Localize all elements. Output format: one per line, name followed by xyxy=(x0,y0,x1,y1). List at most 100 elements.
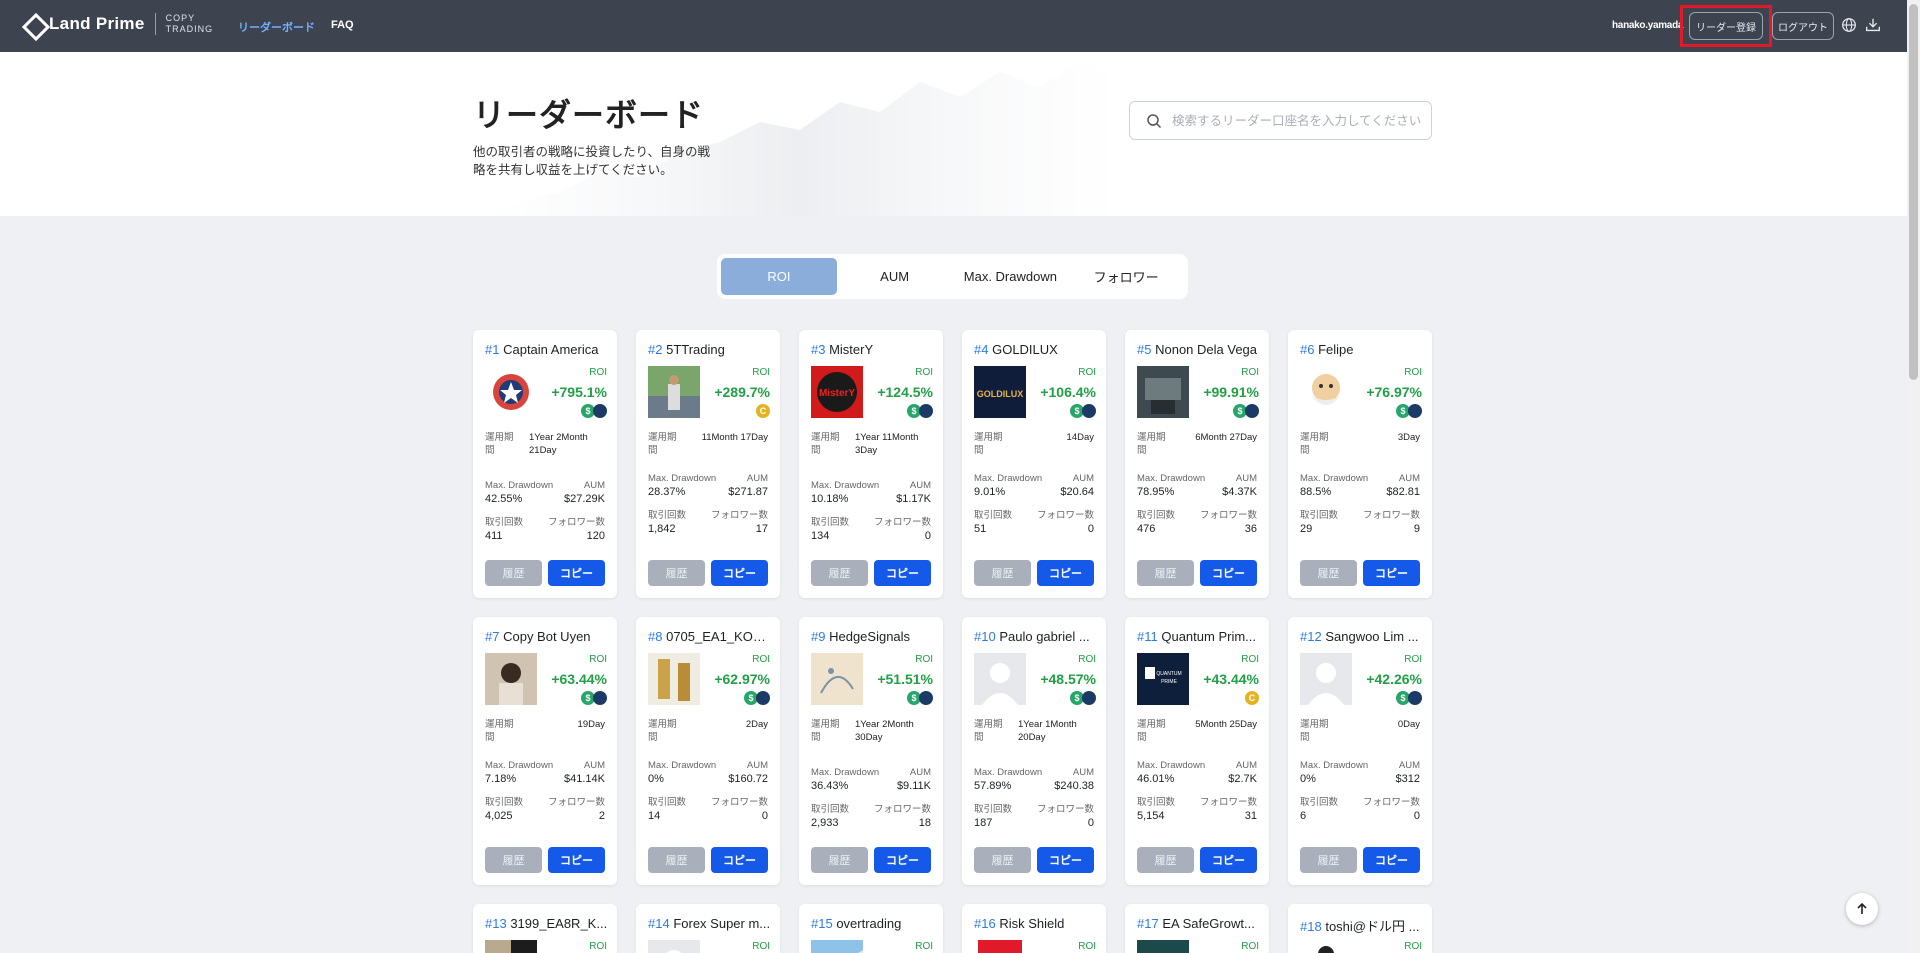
leader-card[interactable]: #15 overtrading ROI xyxy=(799,904,943,953)
avatar xyxy=(1300,653,1352,705)
period-value: 11Month 17Day xyxy=(701,432,768,443)
copy-button[interactable]: コピー xyxy=(1200,847,1257,873)
leader-card[interactable]: #2 5TTrading ROI +289.7% C 運用期間 11Month 17Day… xyxy=(636,330,780,598)
copy-button[interactable]: コピー xyxy=(1037,560,1094,586)
leader-rank: #14 xyxy=(648,916,670,931)
leader-card[interactable]: #10 Paulo gabriel ... ROI +48.57% $ 運用期間 1Yea… xyxy=(962,617,1106,885)
copy-button[interactable]: コピー xyxy=(548,560,605,586)
leader-name[interactable]: #10 Paulo gabriel ... xyxy=(974,629,1098,644)
roi-label: ROI xyxy=(1241,367,1259,378)
leader-card[interactable]: #13 3199_EA8R_K... ROI xyxy=(473,904,617,953)
leader-name[interactable]: #3 MisterY xyxy=(811,342,935,357)
leader-card[interactable]: #17 EA SafeGrowt... ROI xyxy=(1125,904,1269,953)
leader-name[interactable]: #18 toshi@ドル円 ... xyxy=(1300,916,1424,935)
leader-card[interactable]: #8 0705_EA1_KOR... ROI +62.97% $ 運用期間 2Day Max… xyxy=(636,617,780,885)
leader-card[interactable]: #6 Felipe ROI +76.97% $ 運用期間 3Day Max. Drawdow… xyxy=(1288,330,1432,598)
page-title: リーダーボード xyxy=(473,97,705,133)
history-button[interactable]: 履歴 xyxy=(485,847,542,873)
copy-button[interactable]: コピー xyxy=(548,847,605,873)
leader-name[interactable]: #11 Quantum Prim... xyxy=(1137,629,1261,644)
history-button[interactable]: 履歴 xyxy=(811,560,868,586)
copy-button[interactable]: コピー xyxy=(711,560,768,586)
history-button[interactable]: 履歴 xyxy=(1137,560,1194,586)
leader-card[interactable]: #11 Quantum Prim... QUANTUM PRIME ROI +43.44… xyxy=(1125,617,1269,885)
leader-name[interactable]: #9 HedgeSignals xyxy=(811,629,935,644)
scrollbar-thumb[interactable] xyxy=(1909,4,1918,380)
leader-name[interactable]: #13 3199_EA8R_K... xyxy=(485,916,609,931)
copy-button[interactable]: コピー xyxy=(711,847,768,873)
avatar xyxy=(648,653,700,705)
avatar xyxy=(485,653,537,705)
leader-name[interactable]: #14 Forex Super m... xyxy=(648,916,772,931)
leader-card[interactable]: #5 Nonon Dela Vega ROI +99.91% $ 運用期間 6Month … xyxy=(1125,330,1269,598)
copy-button[interactable]: コピー xyxy=(1363,847,1420,873)
leader-name[interactable]: #5 Nonon Dela Vega xyxy=(1137,342,1261,357)
copy-button[interactable]: コピー xyxy=(874,847,931,873)
leader-card[interactable]: #14 Forex Super m... ROI xyxy=(636,904,780,953)
followers-label: フォロワー数 xyxy=(1362,797,1420,808)
history-button[interactable]: 履歴 xyxy=(1300,560,1357,586)
leader-name[interactable]: #8 0705_EA1_KOR... xyxy=(648,629,772,644)
download-icon[interactable] xyxy=(1864,16,1882,34)
leader-card[interactable]: #7 Copy Bot Uyen ROI +63.44% $ 運用期間 19Day Max.… xyxy=(473,617,617,885)
leader-name-text: Paulo gabriel ... xyxy=(999,629,1090,644)
history-button[interactable]: 履歴 xyxy=(485,560,542,586)
globe-icon[interactable] xyxy=(1840,16,1858,34)
search-input[interactable] xyxy=(1172,113,1422,128)
coin-icon: C xyxy=(756,404,770,418)
history-button[interactable]: 履歴 xyxy=(1137,847,1194,873)
aum-label: AUM xyxy=(909,480,931,491)
copy-button[interactable]: コピー xyxy=(1363,560,1420,586)
leader-card[interactable]: #18 toshi@ドル円 ... ROI xyxy=(1288,904,1432,953)
leader-name[interactable]: #15 overtrading xyxy=(811,916,935,931)
leader-card[interactable]: #9 HedgeSignals ROI +51.51% $ 運用期間 1Year 2Mon… xyxy=(799,617,943,885)
leader-card[interactable]: #12 Sangwoo Lim ... ROI +42.26% $ 運用期間 0Day Ma… xyxy=(1288,617,1432,885)
trades-label: 取引回数 xyxy=(1137,510,1176,521)
tab-roi[interactable]: ROI xyxy=(721,258,837,295)
exchange-icon xyxy=(1245,404,1259,418)
stats-label-row: Max. Drawdown AUM xyxy=(648,473,768,484)
leader-name[interactable]: #16 Risk Shield xyxy=(974,916,1098,931)
max-drawdown-label: Max. Drawdown xyxy=(485,480,554,491)
leader-card[interactable]: #4 GOLDILUX GOLDILUX ROI +106.4% $ 運用期間 14Day M… xyxy=(962,330,1106,598)
logout-button[interactable]: ログアウト xyxy=(1772,12,1834,40)
history-button[interactable]: 履歴 xyxy=(648,560,705,586)
history-button[interactable]: 履歴 xyxy=(1300,847,1357,873)
logo[interactable]: Land Prime COPY TRADING xyxy=(22,13,213,35)
leader-card[interactable]: #16 Risk Shield ROI xyxy=(962,904,1106,953)
history-button[interactable]: 履歴 xyxy=(648,847,705,873)
history-button[interactable]: 履歴 xyxy=(974,560,1031,586)
nav-faq[interactable]: FAQ xyxy=(331,19,354,35)
search-box[interactable] xyxy=(1129,101,1432,140)
leader-name[interactable]: #17 EA SafeGrowt... xyxy=(1137,916,1261,931)
max-drawdown-label: Max. Drawdown xyxy=(974,767,1043,778)
stats-value-row: 134 0 xyxy=(811,530,931,542)
copy-button[interactable]: コピー xyxy=(1200,560,1257,586)
leader-name[interactable]: #6 Felipe xyxy=(1300,342,1424,357)
tab-max-drawdown[interactable]: Max. Drawdown xyxy=(953,258,1069,295)
aum-value: $240.38 xyxy=(1054,780,1094,792)
leader-name[interactable]: #4 GOLDILUX xyxy=(974,342,1098,357)
copy-button[interactable]: コピー xyxy=(1037,847,1094,873)
nav-leaderboard[interactable]: リーダーボード xyxy=(238,19,315,35)
leader-name[interactable]: #1 Captain America xyxy=(485,342,609,357)
followers-label: フォロワー数 xyxy=(1036,510,1094,521)
leader-card[interactable]: #1 Captain America ROI +795.1% $ 運用期間 1Year 2… xyxy=(473,330,617,598)
leader-name[interactable]: #7 Copy Bot Uyen xyxy=(485,629,609,644)
leader-name[interactable]: #12 Sangwoo Lim ... xyxy=(1300,629,1424,644)
leader-name[interactable]: #2 5TTrading xyxy=(648,342,772,357)
leader-card[interactable]: #3 MisterY MisterY ROI +124.5% $ 運用期間 1Year 11… xyxy=(799,330,943,598)
tab-followers[interactable]: フォロワー xyxy=(1068,258,1184,295)
page-scrollbar[interactable] xyxy=(1907,0,1920,953)
leader-rank: #9 xyxy=(811,629,826,644)
leader-rank: #6 xyxy=(1300,342,1315,357)
history-button[interactable]: 履歴 xyxy=(974,847,1031,873)
leader-register-button[interactable]: リーダー登録 xyxy=(1689,12,1763,40)
followers-value: 2 xyxy=(598,810,605,822)
trades-label: 取引回数 xyxy=(648,510,687,521)
scroll-to-top-button[interactable] xyxy=(1846,893,1878,925)
history-button[interactable]: 履歴 xyxy=(811,847,868,873)
tab-aum[interactable]: AUM xyxy=(837,258,953,295)
copy-button[interactable]: コピー xyxy=(874,560,931,586)
stats-block: Max. Drawdown AUM 42.55% $27.29K 取引回数 フォロワー数 4… xyxy=(485,480,605,551)
